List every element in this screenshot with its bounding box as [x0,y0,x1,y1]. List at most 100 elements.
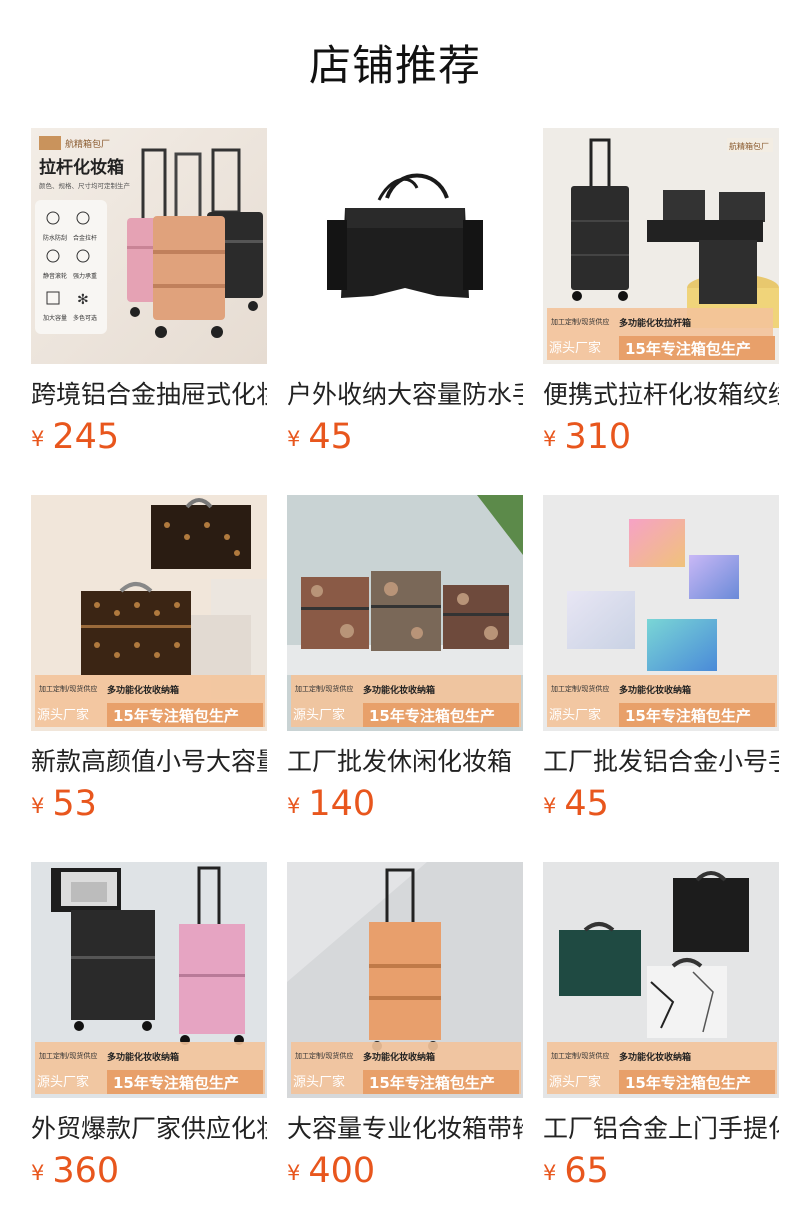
currency-symbol: ¥ [543,1161,557,1185]
svg-text:颜色、规格、尺寸均可定制生产: 颜色、规格、尺寸均可定制生产 [39,181,131,190]
currency-symbol: ¥ [287,1161,301,1185]
svg-text:源头厂家: 源头厂家 [293,1074,345,1090]
svg-text:源头厂家: 源头厂家 [37,707,89,723]
product-image[interactable]: 加工定制/现货供应 多功能化妆收纳箱 源头厂家 15年专注箱包生产 [543,495,779,731]
price-value: 140 [308,784,376,824]
svg-text:15年专注箱包生产: 15年专注箱包生产 [625,1074,751,1092]
price-value: 400 [308,1151,376,1191]
svg-text:多功能化妆收纳箱: 多功能化妆收纳箱 [363,1051,435,1063]
svg-text:加工定制/现货供应: 加工定制/现货供应 [295,1051,353,1060]
product-price: ¥400 [287,1150,523,1198]
svg-text:源头厂家: 源头厂家 [37,1074,89,1090]
svg-text:多功能化妆拉杆箱: 多功能化妆拉杆箱 [619,317,691,329]
svg-text:15年专注箱包生产: 15年专注箱包生产 [625,707,751,725]
green-marble-black-cases-image: 加工定制/现货供应 多功能化妆收纳箱 源头厂家 15年专注箱包生产 [543,862,779,1098]
svg-text:加工定制/现货供应: 加工定制/现货供应 [39,684,97,693]
shop-recommend-page: 店铺推荐 航精箱包厂 拉杆化妆箱 颜色、规格、尺寸均可定制生产 防水防刮 合金拉… [0,0,790,1230]
product-name[interactable]: 新款高颜值小号大容量 [31,745,267,779]
price-value: 45 [564,784,609,824]
svg-text:源头厂家: 源头厂家 [293,707,345,723]
page-title: 店铺推荐 [308,41,481,90]
product-name[interactable]: 工厂铝合金上门手提化妆箱 [543,1112,779,1146]
black-tote-bag-image [287,128,523,364]
product-image[interactable]: 加工定制/现货供应 多功能化妆收纳箱 源头厂家 15年专注箱包生产 [287,862,523,1098]
product-name[interactable]: 工厂批发休闲化妆箱 [287,745,523,779]
price-value: 360 [52,1151,120,1191]
price-value: 310 [564,417,632,457]
price-value: 45 [308,417,353,457]
svg-text:加工定制/现货供应: 加工定制/现货供应 [551,1051,609,1060]
svg-text:15年专注箱包生产: 15年专注箱包生产 [113,707,239,725]
svg-text:加大容量: 加大容量 [43,314,67,322]
currency-symbol: ¥ [31,1161,45,1185]
svg-text:加工定制/现货供应: 加工定制/现货供应 [39,1051,97,1060]
product-price: ¥140 [287,783,523,831]
price-value: 245 [52,417,120,457]
product-price: ¥360 [31,1150,267,1198]
product-price: ¥65 [543,1150,779,1198]
holographic-cases-image: 加工定制/现货供应 多功能化妆收纳箱 源头厂家 15年专注箱包生产 [543,495,779,731]
svg-text:15年专注箱包生产: 15年专注箱包生产 [369,707,495,725]
product-image[interactable]: 加工定制/现货供应 多功能化妆收纳箱 源头厂家 15年专注箱包生产 [287,495,523,731]
svg-text:航精箱包厂: 航精箱包厂 [729,141,769,151]
product-card[interactable]: 加工定制/现货供应 多功能化妆收纳箱 源头厂家 15年专注箱包生产 外贸爆款厂家… [31,862,267,1198]
product-name[interactable]: 跨境铝合金抽屉式化妆箱 [31,378,267,412]
currency-symbol: ¥ [287,794,301,818]
currency-symbol: ¥ [543,427,557,451]
orange-trolley-case-image: 加工定制/现货供应 多功能化妆收纳箱 源头厂家 15年专注箱包生产 [287,862,523,1098]
product-card[interactable]: 航精箱包厂 拉杆化妆箱 颜色、规格、尺寸均可定制生产 防水防刮 合金拉杆 静音滚轮… [31,128,267,464]
currency-symbol: ¥ [543,794,557,818]
black-pink-trolley-cases-image: 加工定制/现货供应 多功能化妆收纳箱 源头厂家 15年专注箱包生产 [31,862,267,1098]
svg-text:✻: ✻ [77,292,89,308]
currency-symbol: ¥ [31,794,45,818]
product-price: ¥245 [31,416,267,464]
product-name[interactable]: 工厂批发铝合金小号手提 [543,745,779,779]
price-value: 65 [564,1151,609,1191]
svg-text:多功能化妆收纳箱: 多功能化妆收纳箱 [107,684,179,696]
product-image[interactable]: 加工定制/现货供应 多功能化妆收纳箱 源头厂家 15年专注箱包生产 [31,495,267,731]
product-card[interactable]: 加工定制/现货供应 多功能化妆收纳箱 源头厂家 15年专注箱包生产 新款高颜值小… [31,495,267,831]
svg-text:15年专注箱包生产: 15年专注箱包生产 [369,1074,495,1092]
product-name[interactable]: 户外收纳大容量防水手提袋 [287,378,523,412]
brown-monogram-cases-image: 加工定制/现货供应 多功能化妆收纳箱 源头厂家 15年专注箱包生产 [31,495,267,731]
svg-text:加工定制/现货供应: 加工定制/现货供应 [551,684,609,693]
svg-text:多色可选: 多色可选 [73,314,97,322]
product-name[interactable]: 大容量专业化妆箱带轮 [287,1112,523,1146]
product-price: ¥45 [287,416,523,464]
camouflage-trolley-cases-image: 加工定制/现货供应 多功能化妆收纳箱 源头厂家 15年专注箱包生产 [287,495,523,731]
currency-symbol: ¥ [287,427,301,451]
product-card[interactable]: 加工定制/现货供应 多功能化妆收纳箱 源头厂家 15年专注箱包生产 工厂批发铝合… [543,495,779,831]
svg-text:强力承重: 强力承重 [73,272,97,280]
product-card[interactable]: 加工定制/现货供应 多功能化妆收纳箱 源头厂家 15年专注箱包生产 工厂批发休闲… [287,495,523,831]
svg-text:多功能化妆收纳箱: 多功能化妆收纳箱 [107,1051,179,1063]
svg-text:多功能化妆收纳箱: 多功能化妆收纳箱 [363,684,435,696]
product-image[interactable] [287,128,523,364]
product-name[interactable]: 外贸爆款厂家供应化妆箱 [31,1112,267,1146]
svg-text:源头厂家: 源头厂家 [549,340,601,356]
product-image[interactable]: 加工定制/现货供应 多功能化妆收纳箱 源头厂家 15年专注箱包生产 [543,862,779,1098]
product-card[interactable]: 加工定制/现货供应 多功能化妆收纳箱 源头厂家 15年专注箱包生产 大容量专业化… [287,862,523,1198]
product-card[interactable]: 航精箱包厂 加工定制/现货供应 多功能化妆拉杆箱 源头厂家 15年专注箱包生产 … [543,128,779,464]
svg-text:加工定制/现货供应: 加工定制/现货供应 [295,684,353,693]
svg-text:加工定制/现货供应: 加工定制/现货供应 [551,317,609,326]
product-image[interactable]: 加工定制/现货供应 多功能化妆收纳箱 源头厂家 15年专注箱包生产 [31,862,267,1098]
svg-text:源头厂家: 源头厂家 [549,1074,601,1090]
product-price: ¥45 [543,783,779,831]
product-card[interactable]: 加工定制/现货供应 多功能化妆收纳箱 源头厂家 15年专注箱包生产 工厂铝合金上… [543,862,779,1198]
svg-text:15年专注箱包生产: 15年专注箱包生产 [113,1074,239,1092]
product-image[interactable]: 航精箱包厂 加工定制/现货供应 多功能化妆拉杆箱 源头厂家 15年专注箱包生产 [543,128,779,364]
svg-text:多功能化妆收纳箱: 多功能化妆收纳箱 [619,684,691,696]
svg-text:15年专注箱包生产: 15年专注箱包生产 [625,340,751,358]
pink-gold-black-trolley-cases-image: 航精箱包厂 拉杆化妆箱 颜色、规格、尺寸均可定制生产 防水防刮 合金拉杆 静音滚轮… [31,128,267,364]
svg-text:静音滚轮: 静音滚轮 [43,272,67,280]
product-price: ¥310 [543,416,779,464]
product-card[interactable]: 户外收纳大容量防水手提袋 ¥45 [287,128,523,464]
svg-text:防水防刮: 防水防刮 [43,234,67,242]
currency-symbol: ¥ [31,427,45,451]
product-name[interactable]: 便携式拉杆化妆箱纹绣 [543,378,779,412]
svg-text:拉杆化妆箱: 拉杆化妆箱 [39,157,124,178]
product-image[interactable]: 航精箱包厂 拉杆化妆箱 颜色、规格、尺寸均可定制生产 防水防刮 合金拉杆 静音滚轮… [31,128,267,364]
svg-text:合金拉杆: 合金拉杆 [73,234,97,242]
svg-text:源头厂家: 源头厂家 [549,707,601,723]
product-price: ¥53 [31,783,267,831]
